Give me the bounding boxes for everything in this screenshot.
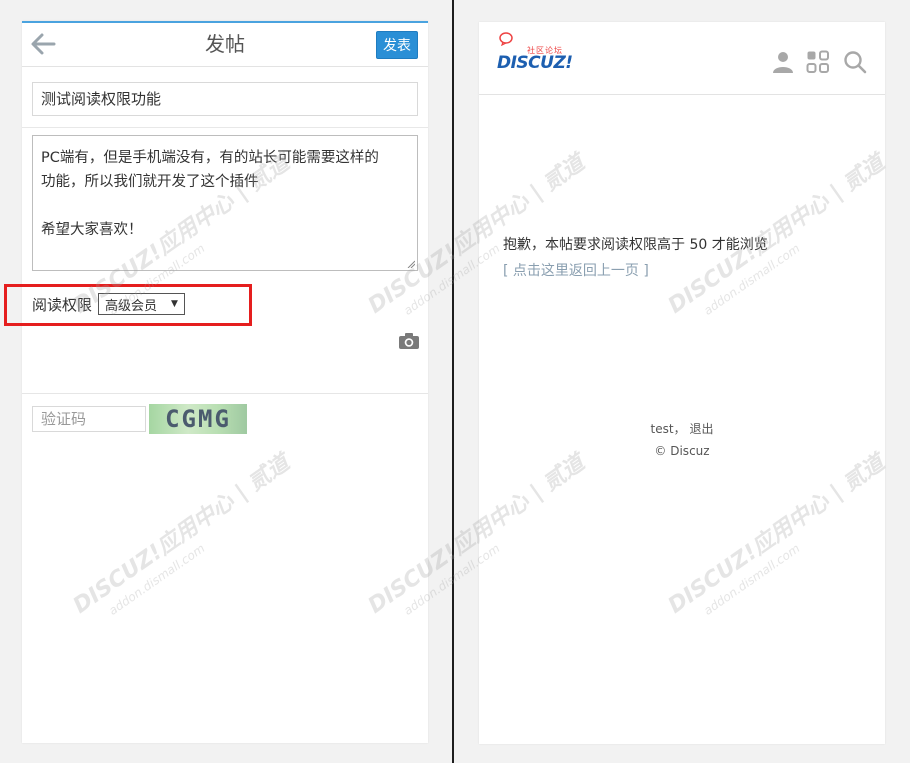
- chevron-down-icon: ▼: [171, 299, 178, 309]
- permission-label: 阅读权限: [32, 295, 93, 314]
- content-line: PC端有，但是手机端没有，有的站长可能需要这样的: [41, 150, 379, 166]
- page-title: 发帖: [205, 32, 245, 56]
- user-icon[interactable]: [771, 50, 795, 74]
- site-header: 社区论坛 DISCUZ!: [479, 22, 885, 95]
- copyright: © Discuz: [654, 444, 710, 458]
- captcha-image[interactable]: CGMG: [149, 404, 247, 434]
- permission-selected-value: 高级会员: [105, 298, 158, 314]
- content-line: 功能，所以我们就开发了这个插件: [41, 174, 259, 190]
- topbar: 发帖 发表: [22, 23, 428, 67]
- content-line: [41, 194, 409, 218]
- thread-view-panel: 社区论坛 DISCUZ! 抱歉，本帖要求阅读权限高于 50 才能浏览 [ 点击这…: [479, 22, 885, 744]
- logout-link[interactable]: 退出: [689, 422, 713, 436]
- logo-text: DISCUZ!: [497, 53, 573, 73]
- back-link[interactable]: [ 点击这里返回上一页 ]: [503, 260, 649, 280]
- grid-apps-icon[interactable]: [806, 50, 830, 74]
- username-link[interactable]: test: [651, 422, 674, 436]
- permission-row: 阅读权限 高级会员 ▼: [32, 292, 185, 316]
- camera-icon[interactable]: [398, 332, 420, 350]
- publish-button[interactable]: 发表: [376, 31, 418, 59]
- captcha-input[interactable]: 验证码: [32, 406, 146, 432]
- permission-message: 抱歉，本帖要求阅读权限高于 50 才能浏览: [503, 237, 768, 253]
- content-line: 希望大家喜欢！: [41, 222, 143, 238]
- footer-separator: ，: [673, 422, 686, 436]
- permission-select[interactable]: 高级会员 ▼: [98, 293, 185, 315]
- footer-user-line: test， 退出: [479, 420, 885, 437]
- title-input[interactable]: 测试阅读权限功能: [32, 82, 418, 116]
- discuz-logo[interactable]: 社区论坛 DISCUZ!: [497, 32, 577, 74]
- post-editor-panel: 发帖 发表 测试阅读权限功能: [22, 21, 428, 743]
- content-textarea[interactable]: PC端有，但是手机端没有，有的站长可能需要这样的 功能，所以我们就开发了这个插件…: [32, 135, 418, 271]
- screen-divider: [452, 0, 454, 763]
- resize-grip-icon[interactable]: [407, 260, 415, 268]
- title-row: 测试阅读权限功能: [22, 67, 428, 128]
- search-icon[interactable]: [843, 50, 867, 74]
- logo-bubble-icon: [499, 32, 513, 46]
- divider: [22, 393, 428, 394]
